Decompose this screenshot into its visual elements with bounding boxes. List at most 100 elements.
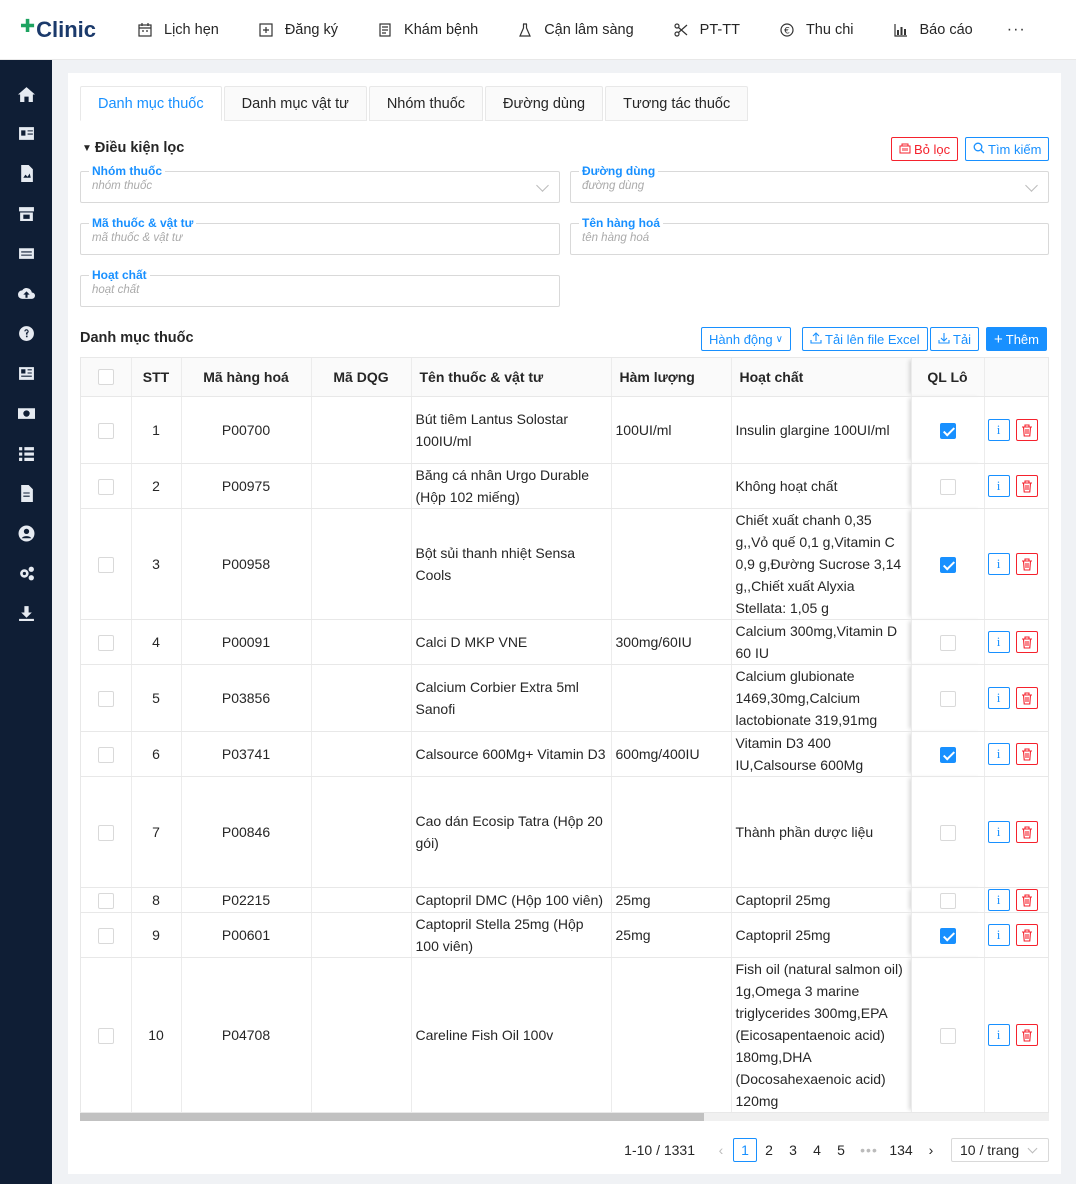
row-checkbox[interactable] (97, 478, 114, 495)
info-button[interactable]: i (987, 743, 1010, 766)
select-all-checkbox[interactable] (97, 369, 114, 386)
home-icon[interactable] (15, 83, 37, 105)
col-header-strength[interactable]: Hàm lượng (611, 358, 732, 397)
filter-title[interactable]: ▼ Điều kiện lọc (82, 140, 184, 156)
col-header-ingredient[interactable]: Hoạt chất (731, 358, 912, 397)
delete-button[interactable] (1015, 553, 1038, 576)
table-row[interactable]: 9 P00601 Captopril Stella 25mg (Hộp 100 … (81, 912, 1048, 958)
page-4[interactable]: 4 (805, 1138, 829, 1162)
table-row[interactable]: 10 P04708 Careline Fish Oil 100v Fish oi… (81, 957, 1048, 1113)
page-3[interactable]: 3 (781, 1138, 805, 1162)
actions-dropdown[interactable]: Hành động ∨ (701, 327, 791, 351)
table-row[interactable]: 5 P03856 Calcium Corbier Extra 5ml Sanof… (81, 664, 1048, 732)
table-row[interactable]: 3 P00958 Bột sủi thanh nhiệt Sensa Cools… (81, 508, 1048, 620)
table-row[interactable]: 2 P00975 Băng cá nhân Urgo Durable (Hộp … (81, 463, 1048, 509)
lot-checkbox[interactable] (939, 690, 956, 707)
info-button[interactable]: i (987, 631, 1010, 654)
drug-code-input[interactable]: Mã thuốc & vật tư mã thuốc & vật tư (80, 216, 560, 255)
next-page-icon[interactable]: › (919, 1138, 943, 1162)
row-checkbox[interactable] (97, 556, 114, 573)
delete-button[interactable] (1015, 924, 1038, 947)
horizontal-scrollbar[interactable] (80, 1113, 1049, 1121)
tab-2[interactable]: Nhóm thuốc (368, 86, 484, 121)
product-name-input[interactable]: Tên hàng hoá tên hàng hoá (570, 216, 1049, 255)
col-header-dqg[interactable]: Mã DQG (311, 358, 412, 397)
lot-checkbox[interactable] (939, 634, 956, 651)
lot-checkbox[interactable] (939, 892, 956, 909)
lot-checkbox[interactable] (939, 746, 956, 763)
document-icon[interactable] (15, 482, 37, 504)
info-button[interactable]: i (987, 821, 1010, 844)
info-button[interactable]: i (987, 419, 1010, 442)
page-last[interactable]: 134 (889, 1138, 913, 1162)
delete-button[interactable] (1015, 419, 1038, 442)
more-icon[interactable]: ··· (1007, 21, 1026, 39)
lot-checkbox[interactable] (939, 478, 956, 495)
row-checkbox[interactable] (97, 634, 114, 651)
app-logo[interactable]: ✚ Clinic (20, 16, 96, 43)
row-checkbox[interactable] (97, 892, 114, 909)
tab-0[interactable]: Danh mục thuốc (80, 86, 222, 121)
prev-page-icon[interactable]: ‹ (709, 1138, 733, 1162)
ingredient-input[interactable]: Hoạt chất hoạt chất (80, 268, 560, 307)
settings-icon[interactable] (15, 562, 37, 584)
delete-button[interactable] (1015, 821, 1038, 844)
page-size-select[interactable]: 10 / trang (951, 1138, 1049, 1162)
table-row[interactable]: 4 P00091 Calci D MKP VNE 300mg/60IU Calc… (81, 619, 1048, 665)
tab-4[interactable]: Tương tác thuốc (605, 86, 749, 121)
nav-item-1[interactable]: Đăng ký (259, 22, 338, 38)
search-button[interactable]: Tìm kiếm (965, 137, 1050, 161)
row-checkbox[interactable] (97, 746, 114, 763)
nav-item-2[interactable]: Khám bệnh (378, 22, 478, 38)
nav-item-6[interactable]: Báo cáo (893, 22, 973, 38)
nav-item-0[interactable]: Lịch hẹn (138, 22, 219, 38)
cloud-upload-icon[interactable] (15, 282, 37, 304)
table-row[interactable]: 6 P03741 Calsource 600Mg+ Vitamin D3 600… (81, 731, 1048, 777)
store-icon[interactable] (15, 202, 37, 224)
col-header-lot[interactable]: QL Lô (911, 358, 985, 397)
info-button[interactable]: i (987, 475, 1010, 498)
info-button[interactable]: i (987, 889, 1010, 912)
lot-checkbox[interactable] (939, 927, 956, 944)
nav-item-4[interactable]: PT-TT (674, 22, 740, 38)
row-checkbox[interactable] (97, 1027, 114, 1044)
row-checkbox[interactable] (97, 422, 114, 439)
table-row[interactable]: 7 P00846 Cao dán Ecosip Tatra (Hộp 20 gó… (81, 776, 1048, 888)
newspaper-icon[interactable] (15, 362, 37, 384)
lot-checkbox[interactable] (939, 556, 956, 573)
clear-filter-button[interactable]: Bỏ lọc (891, 137, 959, 161)
info-button[interactable]: i (987, 924, 1010, 947)
lot-checkbox[interactable] (939, 422, 956, 439)
more-pages-icon[interactable]: ••• (857, 1138, 881, 1162)
id-card-icon[interactable] (15, 122, 37, 144)
delete-button[interactable] (1015, 743, 1038, 766)
info-button[interactable]: i (987, 1024, 1010, 1047)
row-checkbox[interactable] (97, 824, 114, 841)
delete-button[interactable] (1015, 475, 1038, 498)
lot-checkbox[interactable] (939, 824, 956, 841)
upload-excel-button[interactable]: Tải lên file Excel (802, 327, 928, 351)
nav-item-5[interactable]: € Thu chi (780, 22, 854, 38)
user-circle-icon[interactable] (15, 522, 37, 544)
col-header-stt[interactable]: STT (131, 358, 182, 397)
route-select[interactable]: Đường dùng đường dùng (570, 164, 1049, 203)
page-1[interactable]: 1 (733, 1138, 757, 1162)
col-header-code[interactable]: Mã hàng hoá (181, 358, 312, 397)
delete-button[interactable] (1015, 1024, 1038, 1047)
drug-group-select[interactable]: Nhóm thuốc nhóm thuốc (80, 164, 560, 203)
add-button[interactable]: + Thêm (986, 327, 1047, 351)
page-2[interactable]: 2 (757, 1138, 781, 1162)
tab-1[interactable]: Danh mục vật tư (223, 86, 367, 121)
download-icon[interactable] (15, 602, 37, 624)
help-icon[interactable] (15, 322, 37, 344)
lot-checkbox[interactable] (939, 1027, 956, 1044)
money-icon[interactable] (15, 402, 37, 424)
row-checkbox[interactable] (97, 927, 114, 944)
page-5[interactable]: 5 (829, 1138, 853, 1162)
list-card-icon[interactable] (15, 242, 37, 264)
table-row[interactable]: 1 P00700 Bút tiêm Lantus Solostar 100IU/… (81, 396, 1048, 464)
scrollbar-thumb[interactable] (80, 1113, 704, 1121)
nav-item-3[interactable]: Cận lâm sàng (518, 22, 634, 38)
delete-button[interactable] (1015, 889, 1038, 912)
delete-button[interactable] (1015, 687, 1038, 710)
